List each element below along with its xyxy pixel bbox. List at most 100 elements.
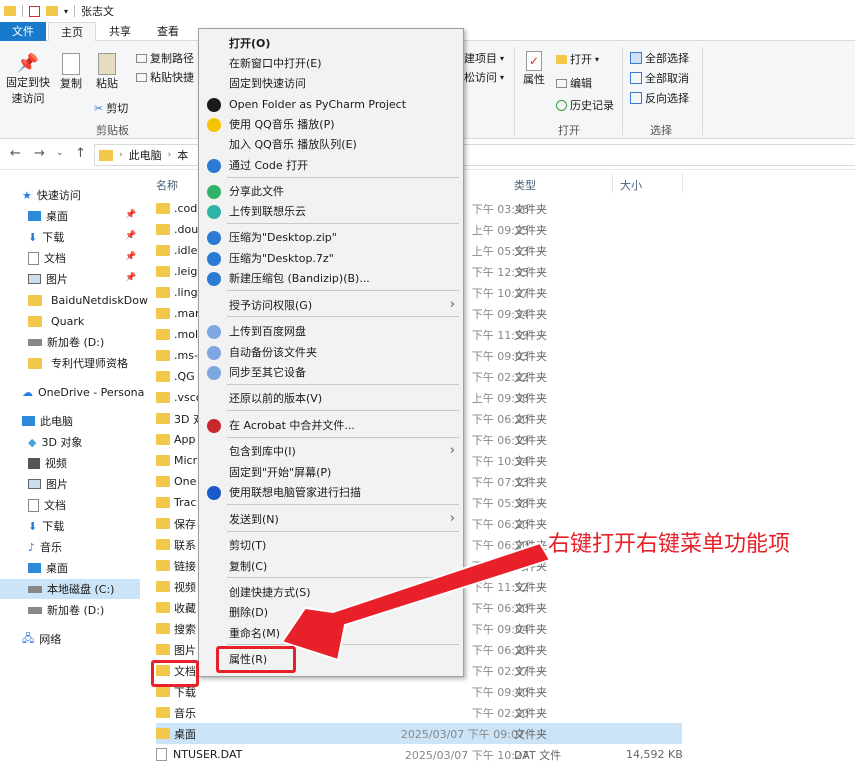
- file-name: .QG: [174, 370, 195, 383]
- nav-network[interactable]: 🖧 网络: [22, 629, 61, 649]
- menu-item-library[interactable]: 包含到库中(I): [229, 442, 296, 462]
- nav-desktop-pc[interactable]: 桌面: [28, 558, 68, 578]
- nav-downloads[interactable]: ⬇ 下载: [28, 227, 64, 247]
- menu-item-baidu-upload[interactable]: 上传到百度网盘: [229, 322, 306, 342]
- file-row[interactable]: 下载 下午 09:40 文件夹: [156, 681, 686, 702]
- column-size[interactable]: 大小: [620, 177, 642, 193]
- easy-access-button[interactable]: 松访问 ▾: [464, 69, 504, 85]
- file-name: Trac: [174, 496, 197, 509]
- new-item-button[interactable]: 建项目 ▾: [464, 50, 504, 66]
- sync-device-icon: [207, 366, 221, 380]
- nav-new-volume-d[interactable]: 新加卷 (D:): [28, 332, 104, 352]
- nav-quark[interactable]: Quark: [28, 311, 84, 331]
- pin-icon: 📌: [125, 252, 137, 262]
- checkbox-icon[interactable]: [29, 5, 40, 17]
- menu-item-share[interactable]: 分享此文件: [229, 182, 284, 202]
- nav-downloads-pc[interactable]: ⬇ 下载: [28, 516, 64, 536]
- menu-item-shortcut[interactable]: 创建快捷方式(S): [229, 583, 311, 603]
- tab-share[interactable]: 共享: [100, 22, 140, 41]
- menu-item-sevenz[interactable]: 压缩为"Desktop.7z": [229, 249, 334, 269]
- nav-3d-objects[interactable]: ◆ 3D 对象: [28, 432, 82, 452]
- nav-onedrive[interactable]: ☁ OneDrive - Persona: [22, 382, 144, 402]
- menu-item-pin-quick[interactable]: 固定到快速访问: [229, 74, 306, 94]
- menu-item-delete[interactable]: 删除(D): [229, 603, 268, 623]
- menu-item-qq-play[interactable]: 使用 QQ音乐 播放(P): [229, 115, 335, 135]
- menu-item-grant[interactable]: 授予访问权限(G): [229, 296, 312, 316]
- nav-documents[interactable]: 文档: [28, 248, 66, 268]
- up-icon[interactable]: ↑: [75, 146, 86, 161]
- nav-baidu[interactable]: BaiduNetdiskDow: [28, 290, 148, 310]
- breadcrumb-local-disk[interactable]: 本: [177, 147, 188, 163]
- menu-item-pycharm[interactable]: Open Folder as PyCharm Project: [229, 95, 406, 115]
- open-group-label: 打开: [558, 124, 580, 137]
- acrobat-icon: [207, 419, 221, 433]
- menu-item-zip[interactable]: 压缩为"Desktop.zip": [229, 228, 337, 248]
- nav-new-volume-d-pc[interactable]: 新加卷 (D:): [28, 600, 104, 620]
- tab-file[interactable]: 文件: [0, 22, 46, 41]
- paste-icon: [98, 53, 116, 75]
- column-type[interactable]: 类型: [514, 177, 536, 193]
- tab-home[interactable]: 主页: [48, 22, 96, 42]
- folder-icon: [156, 560, 170, 571]
- nav-documents-pc[interactable]: 文档: [28, 495, 66, 515]
- file-row[interactable]: NTUSER.DAT 2025/03/07 下午 10:27 DAT 文件 14,59…: [156, 744, 686, 765]
- folder-icon: [156, 476, 170, 487]
- nav-pictures[interactable]: 图片: [28, 269, 68, 289]
- menu-item-open-new[interactable]: 在新窗口中打开(E): [229, 54, 322, 74]
- column-divider: [682, 173, 683, 193]
- menu-item-rename[interactable]: 重命名(M): [229, 624, 280, 644]
- pin-quick-access-button[interactable]: 📌 固定到快 速访问: [4, 53, 52, 106]
- menu-item-cut[interactable]: 剪切(T): [229, 536, 266, 556]
- copy-path-button[interactable]: 复制路径: [136, 50, 194, 66]
- menu-item-vscode[interactable]: 通过 Code 打开: [229, 156, 308, 176]
- column-name[interactable]: 名称: [156, 177, 178, 193]
- nav-this-pc[interactable]: 此电脑: [22, 411, 73, 431]
- tab-view[interactable]: 查看: [148, 22, 188, 41]
- history-ribbon-button[interactable]: 历史记录: [556, 97, 614, 113]
- open-ribbon-button[interactable]: 打开 ▾: [556, 51, 599, 67]
- nav-videos[interactable]: 视频: [28, 453, 67, 473]
- properties-ribbon-button[interactable]: ✓ 属性: [520, 51, 548, 87]
- menu-item-lenovo-scan[interactable]: 使用联想电脑管家进行扫描: [229, 483, 361, 503]
- copy-button[interactable]: 复制: [56, 53, 86, 91]
- menu-item-send-to[interactable]: 发送到(N): [229, 510, 279, 530]
- nav-local-disk-c[interactable]: 本地磁盘 (C:): [0, 579, 140, 599]
- back-icon[interactable]: ←: [10, 146, 21, 161]
- menu-item-acrobat[interactable]: 在 Acrobat 中合并文件...: [229, 416, 355, 436]
- invert-selection-button[interactable]: 反向选择: [630, 90, 689, 106]
- nav-quick-access[interactable]: ★ 快速访问: [22, 185, 81, 205]
- nav-pictures-pc[interactable]: 图片: [28, 474, 68, 494]
- video-icon: [28, 457, 40, 469]
- menu-item-restore[interactable]: 还原以前的版本(V): [229, 389, 322, 409]
- file-name: .cod: [174, 202, 198, 215]
- menu-item-copy[interactable]: 复制(C): [229, 557, 267, 577]
- menu-item-open[interactable]: 打开(O): [229, 34, 270, 54]
- dropdown-icon[interactable]: ▾: [64, 7, 68, 16]
- menu-item-lenovo-cloud[interactable]: 上传到联想乐云: [229, 202, 306, 222]
- breadcrumb-this-pc[interactable]: 此电脑: [129, 147, 162, 163]
- file-row[interactable]: 桌面 2025/03/07 下午 09:07 文件夹: [156, 723, 682, 744]
- select-none-button[interactable]: 全部取消: [630, 70, 689, 86]
- cut-button[interactable]: ✂ 剪切: [94, 100, 128, 116]
- menu-item-auto-backup[interactable]: 自动备份该文件夹: [229, 343, 317, 363]
- forward-icon[interactable]: →: [34, 146, 45, 161]
- chevron-down-icon[interactable]: ⌄: [56, 148, 64, 158]
- folder-icon[interactable]: [46, 6, 58, 16]
- folder-icon: [156, 644, 170, 655]
- menu-item-bandizip[interactable]: 新建压缩包 (Bandizip)(B)...: [229, 269, 370, 289]
- edit-ribbon-button[interactable]: 编辑: [556, 75, 592, 91]
- menu-item-sync-device[interactable]: 同步至其它设备: [229, 363, 306, 383]
- file-row[interactable]: 音乐 下午 02:20 文件夹: [156, 702, 686, 723]
- sevenz-icon: [207, 252, 221, 266]
- menu-item-qq-queue[interactable]: 加入 QQ音乐 播放队列(E): [229, 135, 357, 155]
- nav-desktop[interactable]: 桌面: [28, 206, 68, 226]
- menu-item-pin-start[interactable]: 固定到"开始"屏幕(P): [229, 463, 331, 483]
- select-all-button[interactable]: 全部选择: [630, 50, 689, 66]
- paste-shortcut-button[interactable]: 粘贴快捷: [136, 69, 194, 85]
- nav-patent[interactable]: 专利代理师资格: [28, 353, 128, 373]
- nav-music[interactable]: ♪ 音乐: [28, 537, 62, 557]
- paste-button[interactable]: 粘贴: [92, 53, 122, 91]
- file-name: .ling: [174, 286, 198, 299]
- star-icon: ★: [22, 188, 32, 202]
- file-size: 14,592 KB: [626, 748, 683, 761]
